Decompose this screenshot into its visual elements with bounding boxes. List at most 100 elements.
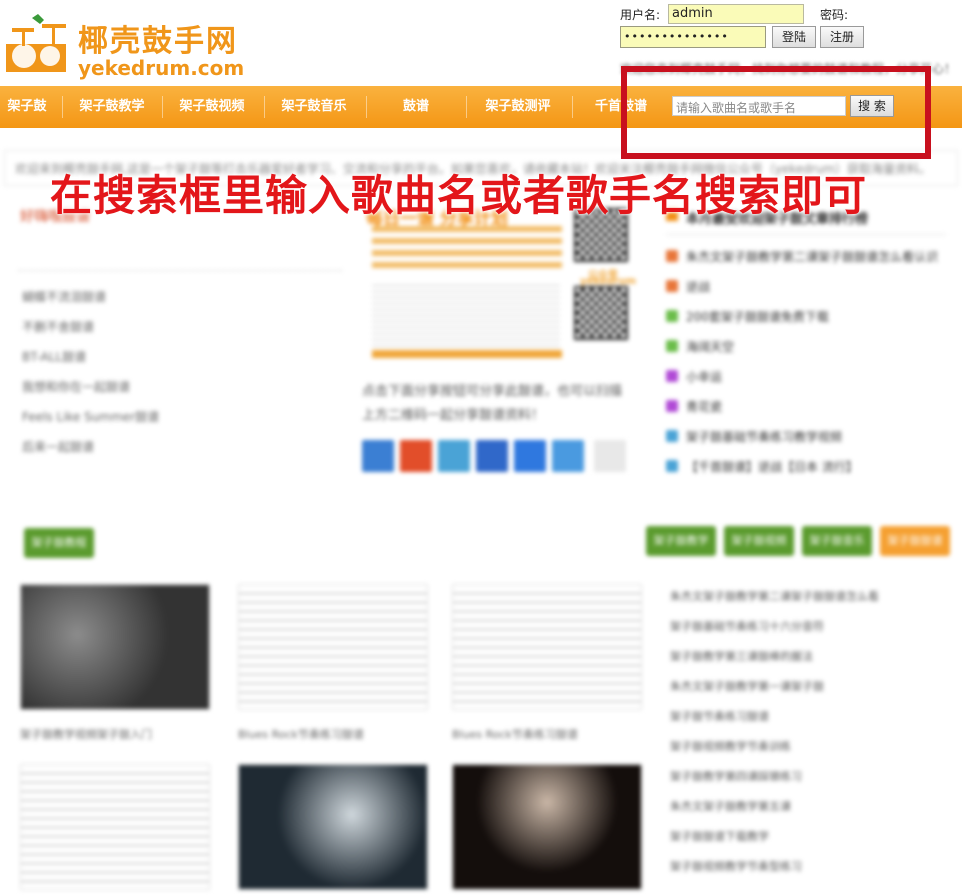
rank-badge-icon xyxy=(666,430,678,442)
ranking-item[interactable]: 青花瓷 xyxy=(666,398,722,415)
section-tag-button[interactable]: 架子鼓教程 xyxy=(24,528,94,558)
category-tag-button[interactable]: 架子鼓鼓谱 xyxy=(880,526,950,556)
logo-domain: yekedrum.com xyxy=(78,56,245,80)
list-item[interactable]: 不删不舍鼓谱 xyxy=(22,318,94,335)
ranking-item-label: 【千首鼓谱】逆战【日本 流行】 xyxy=(686,460,858,474)
nav-item-drums[interactable]: 架子鼓 xyxy=(0,86,54,128)
score-thumbnail[interactable] xyxy=(238,584,428,710)
drum-kit-logo-icon xyxy=(6,14,66,72)
ranking-item[interactable]: 架子鼓基础节奏练习教学视频 xyxy=(666,428,842,445)
rank-badge-icon xyxy=(666,280,678,292)
promo-text: 点击下面分享按钮可分享此鼓谱，也可以扫描上方二维码一起分享鼓谱资料！ xyxy=(362,384,623,423)
password-input[interactable]: •••••••••••••• xyxy=(620,26,766,48)
ranking-item[interactable]: 200套架子鼓鼓谱免费下载 xyxy=(666,308,829,325)
share-tencent-icon[interactable] xyxy=(438,440,470,472)
list-item[interactable]: 架子鼓教学第四课踩镲练习 xyxy=(670,768,802,784)
list-item[interactable]: 蝴蝶不流泪鼓谱 xyxy=(22,288,106,305)
rank-badge-icon xyxy=(666,370,678,382)
list-item[interactable]: 架子鼓教学第三课鼓棒的握法 xyxy=(670,648,813,664)
list-item[interactable]: 架子鼓节奏练习鼓谱 xyxy=(670,708,769,724)
list-item[interactable]: 朱杰文架子鼓教学第五课 xyxy=(670,798,791,814)
instruction-annotation: 在搜索框里输入歌曲名或者歌手名搜索即可 xyxy=(50,171,868,220)
ranking-item-label: 架子鼓基础节奏练习教学视频 xyxy=(686,430,843,444)
username-label: 用户名: xyxy=(620,8,661,22)
share-count-icon xyxy=(594,440,626,472)
rank-badge-icon xyxy=(666,250,678,262)
share-baidu-icon[interactable] xyxy=(514,440,546,472)
promo-line xyxy=(372,250,562,256)
category-tag-button[interactable]: 架子鼓视频 xyxy=(724,526,794,556)
site-logo[interactable]: 椰壳鼓手网 yekedrum.com xyxy=(4,10,254,80)
tutorial-section: 架子鼓教程 架子鼓教学 架子鼓视频 架子鼓音乐 架子鼓鼓谱 架子鼓教学视频架子鼓… xyxy=(0,508,962,896)
promo-line xyxy=(372,226,562,232)
left-score-list: 好嗨哦鼓谱 蝴蝶不流泪鼓谱 不删不舍鼓谱 BT-ALL鼓谱 我想和你在一起鼓谱 … xyxy=(10,196,342,496)
search-highlight-box xyxy=(621,66,931,159)
list-item[interactable]: BT-ALL鼓谱 xyxy=(22,348,86,365)
nav-separator xyxy=(366,96,367,118)
video-thumbnail[interactable] xyxy=(238,764,428,890)
list-item[interactable]: 朱杰文架子鼓教学第二课架子鼓鼓谱怎么看 xyxy=(670,588,879,604)
nav-separator xyxy=(162,96,163,118)
ranking-item[interactable]: 海阔天空 xyxy=(666,338,734,355)
rank-badge-icon xyxy=(666,310,678,322)
share-weibo-icon[interactable] xyxy=(400,440,432,472)
nav-item-teaching[interactable]: 架子鼓教学 xyxy=(64,86,160,128)
login-button[interactable]: 登陆 xyxy=(772,26,816,48)
list-item[interactable]: 架子鼓鼓谱下载教学 xyxy=(670,828,769,844)
divider xyxy=(666,234,946,235)
thumbnail-caption[interactable]: Blues Rock节奏练习鼓谱 xyxy=(238,726,364,742)
rank-badge-icon xyxy=(666,460,678,472)
ranking-item[interactable]: 【千首鼓谱】逆战【日本 流行】 xyxy=(666,458,858,475)
ranking-item[interactable]: 朱杰文架子鼓教学第二课架子鼓鼓谱怎么看认识 xyxy=(666,248,938,265)
list-item[interactable]: 架子鼓视频教学节奏训练 xyxy=(670,738,791,754)
nav-separator xyxy=(466,96,467,118)
ranking-item-label: 小幸运 xyxy=(686,370,723,384)
promo-score-table xyxy=(372,280,560,350)
ranking-item-label: 逆战 xyxy=(686,280,711,294)
nav-item-scores[interactable]: 鼓谱 xyxy=(368,86,464,128)
promo-line xyxy=(372,262,562,268)
promo-line xyxy=(372,238,562,244)
nav-separator xyxy=(572,96,573,118)
nav-item-reviews[interactable]: 架子鼓测评 xyxy=(468,86,568,128)
nav-separator xyxy=(62,96,63,118)
share-more-icon[interactable] xyxy=(552,440,584,472)
qr-code-icon xyxy=(574,286,628,340)
page: 椰壳鼓手网 yekedrum.com 用户名: admin 密码: ••••••… xyxy=(0,0,962,896)
score-thumbnail[interactable] xyxy=(452,584,642,710)
ranking-item-label: 200套架子鼓鼓谱免费下载 xyxy=(686,310,829,324)
register-button[interactable]: 注册 xyxy=(820,26,864,48)
list-item[interactable]: Feels Like Summer鼓谱 xyxy=(22,408,159,425)
thumbnail-caption[interactable]: Blues Rock节奏练习鼓谱 xyxy=(452,726,578,742)
video-thumbnail[interactable] xyxy=(20,584,210,710)
ranking-list: 本月最受欢迎架子鼓文章排行榜 朱杰文架子鼓教学第二课架子鼓鼓谱怎么看认识 逆战 … xyxy=(660,196,950,496)
category-tag-button[interactable]: 架子鼓音乐 xyxy=(802,526,872,556)
category-tag-button[interactable]: 架子鼓教学 xyxy=(646,526,716,556)
username-input[interactable]: admin xyxy=(668,4,804,24)
list-item[interactable]: 朱杰文架子鼓教学第一课架子鼓 xyxy=(670,678,824,694)
ranking-item-label: 青花瓷 xyxy=(686,400,723,414)
list-item[interactable]: 我想和你在一起鼓谱 xyxy=(22,378,130,395)
video-thumbnail[interactable] xyxy=(452,764,642,890)
list-item[interactable]: 架子鼓视频教学节奏型练习 xyxy=(670,858,802,874)
list-item[interactable]: 架子鼓基础节奏练习十六分音符 xyxy=(670,618,824,634)
rank-badge-icon xyxy=(666,340,678,352)
nav-item-music[interactable]: 架子鼓音乐 xyxy=(266,86,362,128)
share-renren-icon[interactable] xyxy=(476,440,508,472)
ranking-item[interactable]: 逆战 xyxy=(666,278,710,295)
rank-badge-icon xyxy=(666,400,678,412)
nav-separator xyxy=(264,96,265,118)
ranking-item-label: 海阔天空 xyxy=(686,340,735,354)
promo-bar xyxy=(372,350,562,358)
thumbnail-caption[interactable]: 架子鼓教学视频架子鼓入门 xyxy=(20,726,152,742)
score-thumbnail[interactable] xyxy=(20,764,210,890)
password-label: 密码: xyxy=(820,8,849,22)
list-item[interactable]: 后来一起鼓谱 xyxy=(22,438,94,455)
ranking-item[interactable]: 小幸运 xyxy=(666,368,722,385)
divider xyxy=(18,270,342,271)
nav-item-videos[interactable]: 架子鼓视频 xyxy=(164,86,260,128)
share-qzone-icon[interactable] xyxy=(362,440,394,472)
logo-title: 椰壳鼓手网 xyxy=(78,24,238,59)
share-buttons xyxy=(362,440,642,472)
ranking-item-label: 朱杰文架子鼓教学第二课架子鼓鼓谱怎么看认识 xyxy=(686,250,939,264)
